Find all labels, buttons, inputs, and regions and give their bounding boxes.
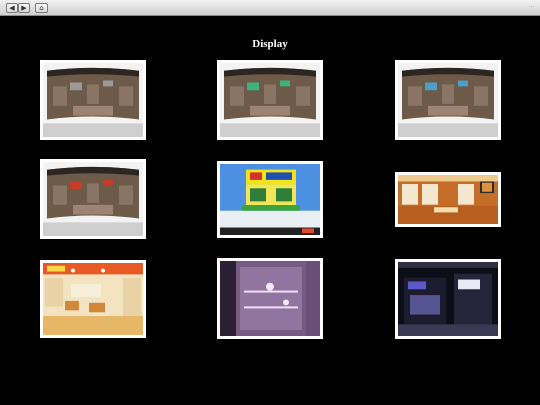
gallery-thumbnail-shop-interior[interactable] (40, 260, 146, 338)
gallery-thumbnail-warm-store-interior[interactable] (395, 172, 501, 227)
store-display-4-image (43, 162, 143, 236)
store-display-3-image (398, 63, 498, 137)
store-display-2-image (220, 63, 320, 137)
back-button[interactable]: ◀ (6, 3, 18, 13)
kiosk-booth-image (220, 164, 320, 235)
glass-display-wall-image (220, 261, 320, 336)
page-title: Display (252, 38, 288, 50)
home-button[interactable]: ⌂ (35, 3, 48, 13)
gallery-thumbnail-store-display-2[interactable] (217, 60, 323, 140)
gallery-thumbnail-dark-exhibition-booth[interactable] (395, 259, 501, 339)
gallery-thumbnail-store-display-4[interactable] (40, 159, 146, 239)
toolbar-right-text: ... (528, 3, 534, 9)
gallery-thumbnail-kiosk-booth[interactable] (217, 161, 323, 238)
forward-button[interactable]: ▶ (18, 3, 30, 13)
gallery-thumbnail-store-display-1[interactable] (40, 60, 146, 140)
gallery-thumbnail-store-display-3[interactable] (395, 60, 501, 140)
store-display-1-image (43, 63, 143, 137)
dark-exhibition-booth-image (398, 262, 498, 336)
gallery-thumbnail-glass-display-wall[interactable] (217, 258, 323, 339)
browser-toolbar: ◀ ▶ ⌂ ... (0, 0, 540, 16)
warm-store-interior-image (398, 175, 498, 224)
shop-interior-image (43, 263, 143, 335)
